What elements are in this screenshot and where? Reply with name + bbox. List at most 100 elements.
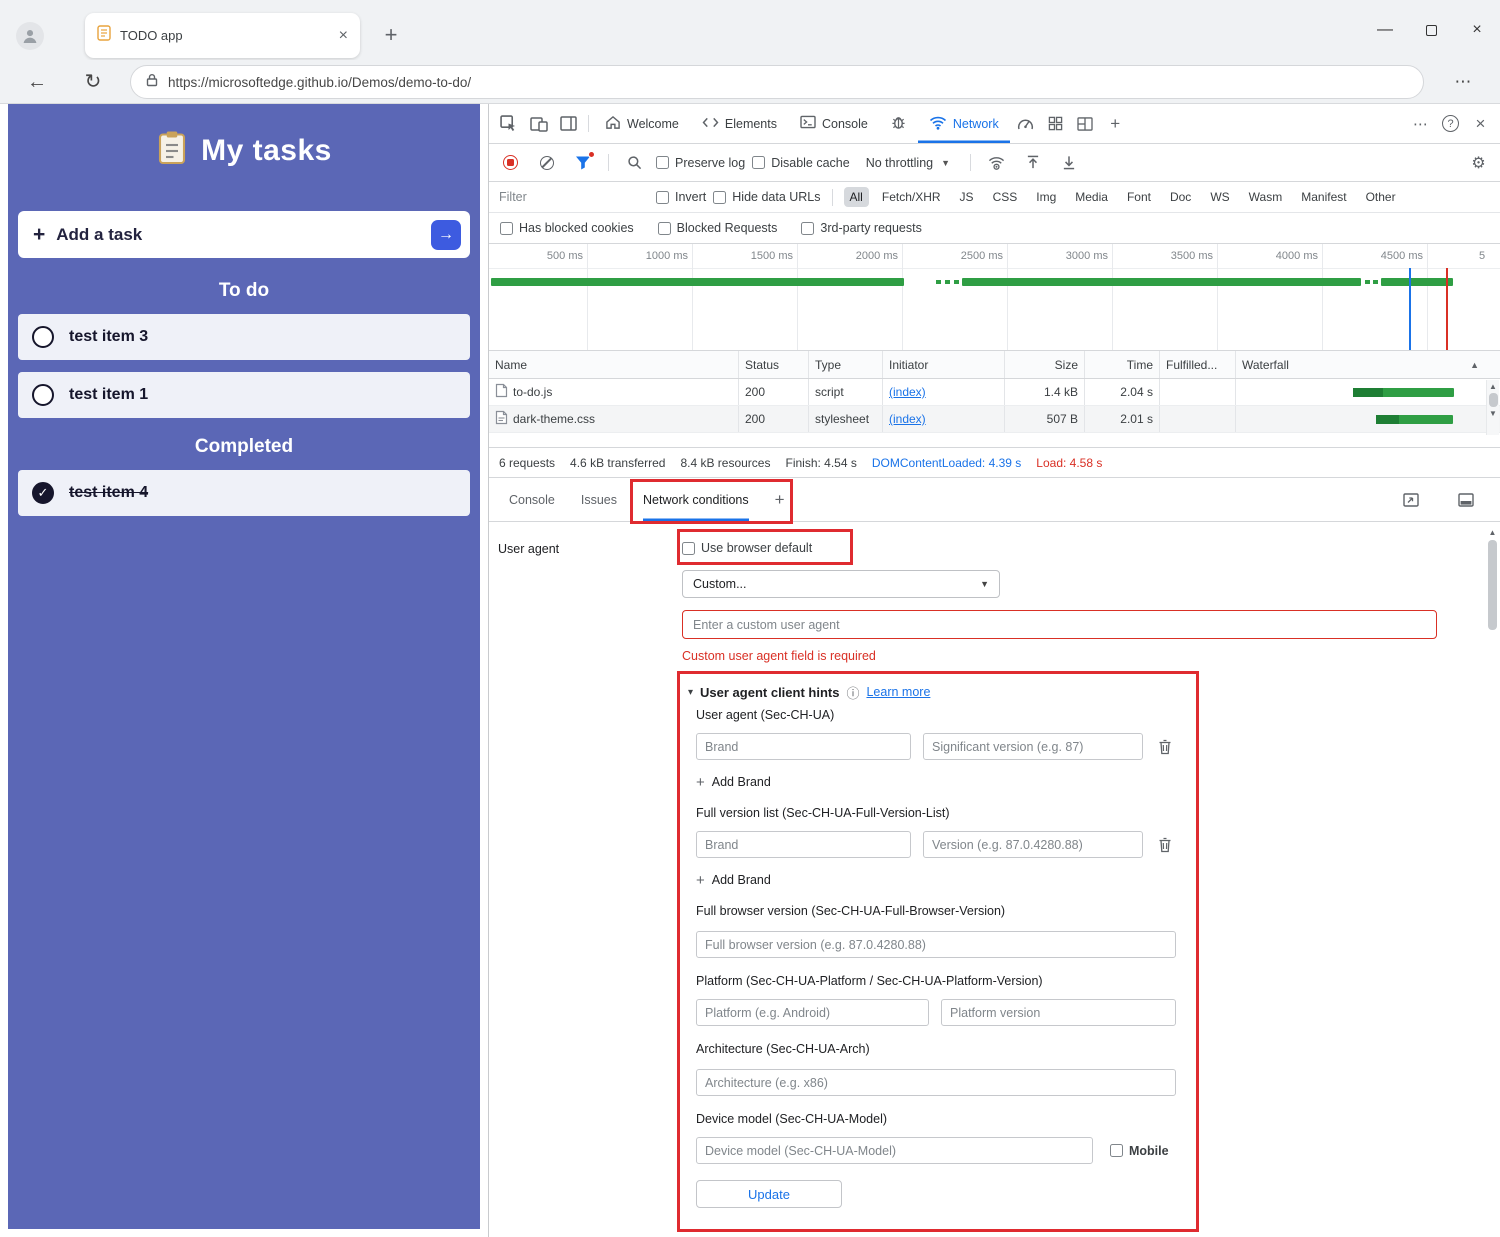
task-item-completed[interactable]: ✓ test item 4 xyxy=(18,470,470,516)
platform-input[interactable] xyxy=(696,999,929,1026)
full-browser-version-input[interactable] xyxy=(696,931,1176,958)
preserve-log-checkbox[interactable]: Preserve log xyxy=(656,156,745,170)
drawer-tab-console[interactable]: Console xyxy=(509,478,555,521)
column-header-waterfall[interactable]: Waterfall▲ xyxy=(1236,351,1485,378)
mobile-checkbox[interactable]: Mobile xyxy=(1110,1144,1169,1158)
device-toolbar-icon[interactable] xyxy=(524,110,553,138)
request-row[interactable]: to-do.js 200 script (index) 1.4 kB 2.04 … xyxy=(489,379,1500,406)
filter-type-other[interactable]: Other xyxy=(1360,187,1402,207)
help-icon[interactable]: ? xyxy=(1436,110,1465,138)
tab-elements[interactable]: Elements xyxy=(691,104,788,143)
collapse-triangle-icon[interactable]: ▾ xyxy=(688,687,693,698)
record-button[interactable] xyxy=(496,149,525,177)
task-checkbox[interactable] xyxy=(32,384,54,406)
device-model-input[interactable] xyxy=(696,1137,1093,1164)
filter-type-img[interactable]: Img xyxy=(1030,187,1062,207)
new-tab-button[interactable]: + xyxy=(376,21,406,51)
drawer-scrollbar[interactable]: ▲ xyxy=(1486,528,1499,1234)
drawer-dock-bottom-icon[interactable] xyxy=(1451,486,1480,514)
delete-brand-icon[interactable] xyxy=(1155,739,1175,755)
network-settings-gear-icon[interactable]: ⚙ xyxy=(1464,149,1493,177)
network-conditions-icon[interactable] xyxy=(982,149,1011,177)
initiator-link[interactable]: (index) xyxy=(889,385,926,399)
scroll-down-icon[interactable]: ▼ xyxy=(1489,409,1497,418)
profile-avatar[interactable] xyxy=(16,22,44,50)
third-party-requests-checkbox[interactable]: 3rd-party requests xyxy=(801,221,921,235)
full-version-input[interactable] xyxy=(923,831,1143,858)
application-grid-icon[interactable] xyxy=(1041,110,1070,138)
brand-input[interactable] xyxy=(696,733,911,760)
clear-button[interactable] xyxy=(532,149,561,177)
add-brand-button[interactable]: +Add Brand xyxy=(696,872,1457,888)
filter-type-wasm[interactable]: Wasm xyxy=(1243,187,1289,207)
column-header-status[interactable]: Status xyxy=(739,351,809,378)
filter-icon[interactable] xyxy=(568,149,597,177)
filter-type-fetch-xhr[interactable]: Fetch/XHR xyxy=(876,187,947,207)
devtools-menu-icon[interactable]: ⋯ xyxy=(1406,110,1435,138)
architecture-input[interactable] xyxy=(696,1069,1176,1096)
filter-type-doc[interactable]: Doc xyxy=(1164,187,1197,207)
dock-panel-icon[interactable] xyxy=(554,110,583,138)
task-checkbox-checked[interactable]: ✓ xyxy=(32,482,54,504)
more-tools-add-icon[interactable]: + xyxy=(1101,110,1130,138)
delete-brand-icon[interactable] xyxy=(1155,837,1175,853)
devtools-close-icon[interactable]: × xyxy=(1466,110,1495,138)
browser-menu-icon[interactable]: ⋯ xyxy=(1448,67,1478,97)
use-browser-default-checkbox[interactable]: Use browser default xyxy=(682,540,1457,556)
add-task-submit-button[interactable]: → xyxy=(431,220,461,250)
column-header-name[interactable]: Name xyxy=(489,351,739,378)
back-button[interactable]: ← xyxy=(22,67,52,97)
initiator-link[interactable]: (index) xyxy=(889,412,926,426)
tab-debugger-bug[interactable] xyxy=(880,104,917,143)
throttling-select[interactable]: No throttling▼ xyxy=(857,153,959,173)
window-minimize-button[interactable]: — xyxy=(1362,13,1408,47)
column-header-type[interactable]: Type xyxy=(809,351,883,378)
column-header-fulfilled[interactable]: Fulfilled... xyxy=(1160,351,1236,378)
custom-user-agent-input[interactable] xyxy=(682,610,1437,639)
disable-cache-checkbox[interactable]: Disable cache xyxy=(752,156,850,170)
filter-type-ws[interactable]: WS xyxy=(1204,187,1235,207)
filter-type-media[interactable]: Media xyxy=(1069,187,1114,207)
export-har-icon[interactable] xyxy=(1054,149,1083,177)
filter-type-font[interactable]: Font xyxy=(1121,187,1157,207)
filter-type-js[interactable]: JS xyxy=(954,187,980,207)
column-header-initiator[interactable]: Initiator xyxy=(883,351,1005,378)
tab-welcome[interactable]: Welcome xyxy=(594,104,690,143)
task-item[interactable]: test item 3 xyxy=(18,314,470,360)
tab-console[interactable]: Console xyxy=(789,104,879,143)
window-maximize-button[interactable] xyxy=(1408,13,1454,47)
drawer-tab-network-conditions[interactable]: Network conditions xyxy=(643,478,749,521)
learn-more-link[interactable]: Learn more xyxy=(866,685,930,699)
table-scrollbar[interactable]: ▲ ▼ xyxy=(1486,380,1499,435)
request-row[interactable]: dark-theme.css 200 stylesheet (index) 50… xyxy=(489,406,1500,433)
blocked-requests-checkbox[interactable]: Blocked Requests xyxy=(658,221,778,235)
import-har-icon[interactable] xyxy=(1018,149,1047,177)
network-overview-timeline[interactable]: 500 ms 1000 ms 1500 ms 2000 ms 2500 ms 3… xyxy=(489,244,1500,351)
hide-data-urls-checkbox[interactable]: Hide data URLs xyxy=(713,190,820,204)
add-task-field[interactable]: + Add a task → xyxy=(18,211,470,258)
invert-checkbox[interactable]: Invert xyxy=(656,190,706,204)
tab-network[interactable]: Network xyxy=(918,104,1010,143)
update-button[interactable]: Update xyxy=(696,1180,842,1208)
drawer-open-panel-icon[interactable] xyxy=(1396,486,1425,514)
scroll-up-icon[interactable]: ▲ xyxy=(1489,528,1497,537)
scroll-thumb[interactable] xyxy=(1488,540,1497,630)
address-bar[interactable]: https://microsoftedge.github.io/Demos/de… xyxy=(130,65,1424,99)
drawer-add-tab-icon[interactable]: + xyxy=(775,490,785,510)
scroll-thumb[interactable] xyxy=(1489,393,1498,407)
inspect-icon[interactable] xyxy=(494,110,523,138)
full-version-brand-input[interactable] xyxy=(696,831,911,858)
task-checkbox[interactable] xyxy=(32,326,54,348)
layout-icon[interactable] xyxy=(1071,110,1100,138)
column-header-size[interactable]: Size xyxy=(1005,351,1085,378)
has-blocked-cookies-checkbox[interactable]: Has blocked cookies xyxy=(500,221,634,235)
scroll-up-icon[interactable]: ▲ xyxy=(1489,382,1497,391)
task-item[interactable]: test item 1 xyxy=(18,372,470,418)
significant-version-input[interactable] xyxy=(923,733,1143,760)
browser-tab[interactable]: TODO app × xyxy=(85,13,360,58)
filter-input[interactable] xyxy=(499,190,649,204)
filter-type-css[interactable]: CSS xyxy=(987,187,1024,207)
tab-close-icon[interactable]: × xyxy=(339,28,348,44)
filter-type-manifest[interactable]: Manifest xyxy=(1295,187,1352,207)
search-icon[interactable] xyxy=(620,149,649,177)
